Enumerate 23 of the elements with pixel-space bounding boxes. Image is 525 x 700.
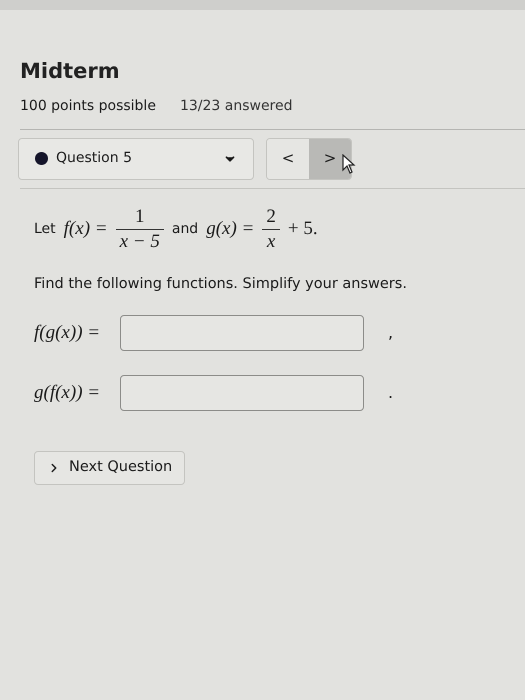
punctuation-mark: ,	[388, 322, 394, 344]
mouse-cursor-icon	[342, 154, 356, 174]
points-text: 100 points possible	[20, 96, 156, 116]
math-expression: + 5.	[288, 216, 318, 241]
punctuation-mark: .	[388, 382, 394, 404]
progress-text: 13/23 answered	[180, 96, 293, 116]
math-expression: f(g(x)) =	[34, 321, 102, 345]
problem-text: Let	[34, 220, 56, 238]
page-title: Midterm	[20, 58, 121, 85]
math-expression: g(x) =	[206, 216, 254, 241]
math-expression: f(x) =	[64, 216, 108, 241]
fraction-numerator: 1	[134, 204, 146, 228]
problem-text: and	[172, 220, 198, 238]
next-question-button[interactable]: Next Question	[34, 451, 186, 486]
instruction-text: Find the following functions. Simplify your answers.	[34, 274, 408, 294]
previous-button[interactable]: <	[267, 138, 309, 178]
fraction-numerator: 2	[265, 204, 277, 228]
answer-field[interactable]	[120, 315, 364, 352]
fraction-denominator: x	[266, 230, 276, 254]
answer-field[interactable]	[120, 375, 364, 412]
fraction-denominator: x − 5	[118, 230, 161, 254]
math-expression: g(f(x)) =	[34, 381, 102, 405]
question-select[interactable]: Question 5	[18, 138, 254, 180]
